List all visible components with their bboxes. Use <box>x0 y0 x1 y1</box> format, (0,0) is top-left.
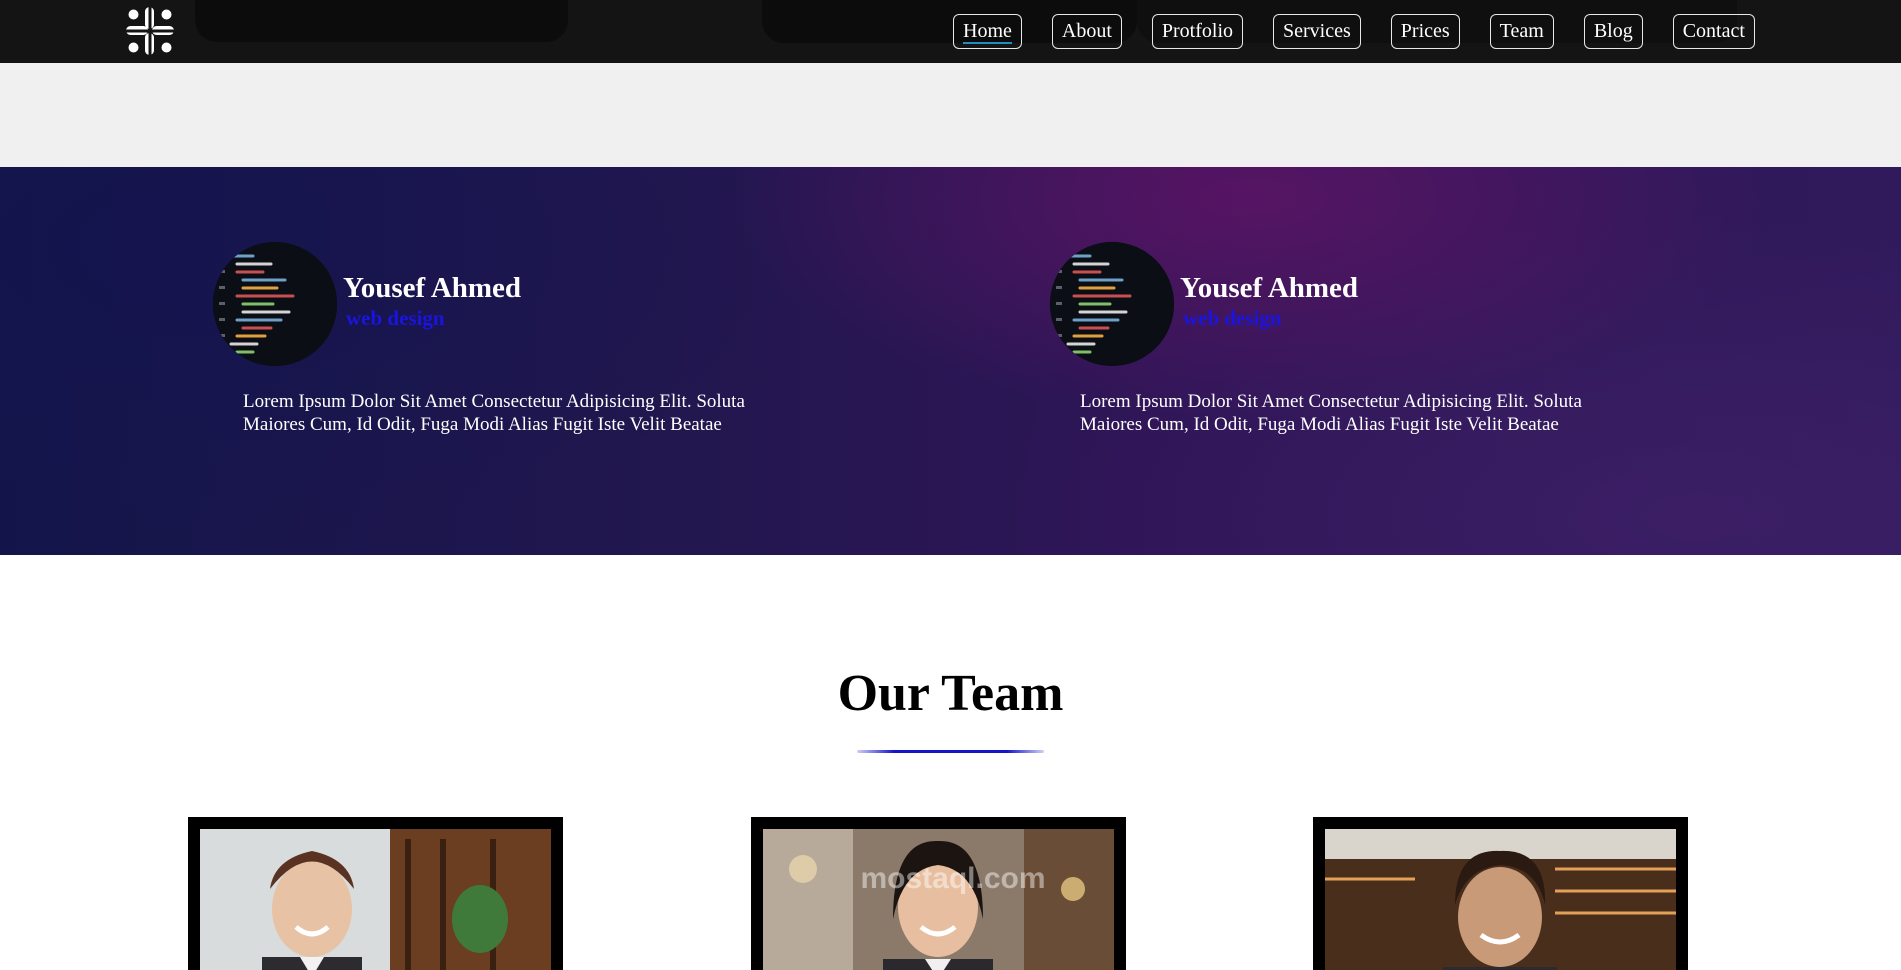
avatar <box>1050 242 1174 366</box>
watermark-text: mostaql.com <box>860 862 1046 895</box>
testimonial-text: Lorem Ipsum Dolor Sit Amet Consectetur A… <box>243 391 745 435</box>
nav-services[interactable]: Services <box>1273 14 1361 49</box>
main-nav: Home About Protfolio Services Prices Tea… <box>953 14 1755 49</box>
team-member-card[interactable] <box>188 817 563 970</box>
testimonial-role: web design <box>1183 306 1282 330</box>
nav-background-shape <box>195 0 568 42</box>
testimonial-name: Yousef Ahmed <box>1180 272 1359 304</box>
team-member-card[interactable] <box>1313 817 1688 970</box>
nav-team[interactable]: Team <box>1489 14 1554 49</box>
nav-about[interactable]: About <box>1051 14 1122 49</box>
nav-portfolio[interactable]: Protfolio <box>1151 14 1244 49</box>
team-member-photo <box>1325 829 1676 970</box>
team-member-photo <box>763 829 1114 970</box>
testimonials-section: Yousef Ahmed web design Lorem Ipsum Dolo… <box>0 167 1901 555</box>
testimonial-role: web design <box>346 306 445 330</box>
navbar: Home About Protfolio Services Prices Tea… <box>0 0 1901 63</box>
section-title: Our Team <box>837 665 1064 722</box>
nav-home[interactable]: Home <box>953 14 1022 49</box>
section-spacer <box>0 63 1901 167</box>
avatar <box>213 242 337 366</box>
nav-prices[interactable]: Prices <box>1390 14 1460 49</box>
nav-contact[interactable]: Contact <box>1672 14 1755 49</box>
testimonial-name: Yousef Ahmed <box>343 272 522 304</box>
testimonial-text: Lorem Ipsum Dolor Sit Amet Consectetur A… <box>1080 391 1582 435</box>
title-underline <box>857 750 1044 753</box>
slack-logo-icon[interactable] <box>124 5 176 57</box>
team-member-photo <box>200 829 551 970</box>
nav-blog[interactable]: Blog <box>1583 14 1643 49</box>
